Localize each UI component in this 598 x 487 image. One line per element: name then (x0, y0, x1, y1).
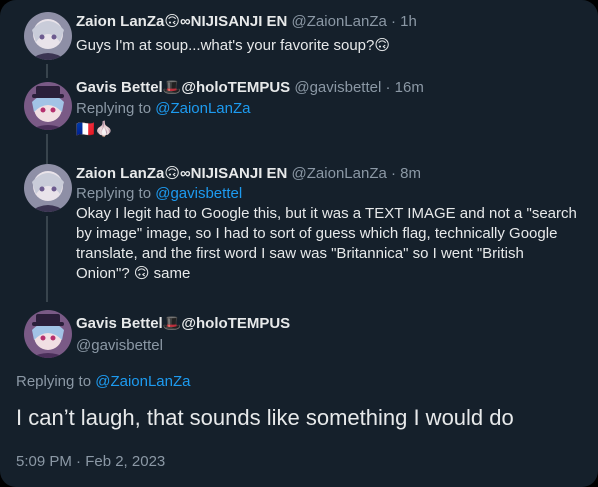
tweet-text: Okay I legit had to Google this, but it … (76, 204, 582, 284)
name-badges: 🙃∞NIJISANJI EN (164, 165, 288, 182)
flag-france-garlic-emoji-icon: 🇫🇷🧄 (76, 121, 114, 138)
replying-to-handle-link[interactable]: @ZaionLanZa (95, 373, 190, 390)
avatar-gavis[interactable] (24, 82, 72, 130)
tweet-text-content: Guys I'm at soup...what's your favorite … (76, 37, 375, 54)
avatar-zaion-image (24, 12, 72, 60)
main-replying-to: Replying to @ZaionLanZa (16, 372, 191, 392)
replying-to-label: Replying to (16, 373, 92, 390)
tweet-header: Zaion LanZa🙃∞NIJISANJI EN @ZaionLanZa · … (76, 164, 582, 184)
avatar-zaion-image (24, 164, 72, 212)
tweet-text: Guys I'm at soup...what's your favorite … (76, 36, 582, 56)
main-tweet-timestamp[interactable]: 5:09 PM · Feb 2, 2023 (16, 452, 165, 472)
replying-to-handle-link[interactable]: @gavisbettel (155, 185, 242, 202)
name-badges: 🎩@holoTEMPUS (162, 79, 291, 96)
replying-to-label: Replying to (76, 185, 152, 202)
avatar-zaion[interactable] (24, 12, 72, 60)
user-handle[interactable]: @ZaionLanZa (292, 13, 387, 30)
tweet-text-line: Onion"? 🙃 same (76, 265, 191, 282)
display-name[interactable]: Zaion LanZa (76, 13, 164, 30)
tweet-text: 🇫🇷🧄 (76, 120, 582, 140)
tweet-header: Zaion LanZa🙃∞NIJISANJI EN @ZaionLanZa · … (76, 12, 582, 32)
replying-to: Replying to @gavisbettel (76, 184, 582, 204)
tweet-3-body: Zaion LanZa🙃∞NIJISANJI EN @ZaionLanZa · … (76, 164, 582, 284)
tweet-time[interactable]: 8m (400, 165, 421, 182)
replying-to-handle-link[interactable]: @ZaionLanZa (155, 100, 250, 117)
user-handle[interactable]: @gavisbettel (294, 79, 381, 96)
tweet-text-line: Okay I legit had to Google this, but it … (76, 205, 577, 222)
main-tweet-text: I can’t laugh, that sounds like somethin… (16, 405, 514, 430)
avatar-gavis-image (24, 82, 72, 130)
name-badges: 🙃∞NIJISANJI EN (164, 13, 288, 30)
tweet-header: Gavis Bettel🎩@holoTEMPUS @gavisbettel · … (76, 78, 582, 98)
name-badges: 🎩@holoTEMPUS (162, 315, 291, 332)
avatar-gavis-image (24, 310, 72, 358)
upside-down-face-emoji-icon: 🙃 (374, 37, 391, 54)
display-name[interactable]: Gavis Bettel (76, 315, 163, 332)
tweet-time[interactable]: 1h (400, 13, 417, 30)
tweet-thread-card: Zaion LanZa🙃∞NIJISANJI EN @ZaionLanZa · … (0, 0, 598, 487)
tweet-text-line: by image" image, so I had to sort of gue… (76, 225, 558, 242)
user-handle[interactable]: @ZaionLanZa (292, 165, 387, 182)
thread-line (46, 134, 48, 164)
thread-line (46, 216, 48, 302)
tweet-text-line: translate, and the first word I saw was … (76, 245, 524, 262)
replying-to: Replying to @ZaionLanZa (76, 99, 582, 119)
avatar-zaion[interactable] (24, 164, 72, 212)
avatar-gavis[interactable] (24, 310, 72, 358)
separator: · (391, 13, 396, 30)
tweet-time[interactable]: 16m (395, 79, 424, 96)
tweet-1-body: Zaion LanZa🙃∞NIJISANJI EN @ZaionLanZa · … (76, 12, 582, 56)
replying-to-label: Replying to (76, 100, 152, 117)
tweet-header: Gavis Bettel🎩@holoTEMPUS (76, 314, 582, 334)
display-name[interactable]: Gavis Bettel (76, 79, 163, 96)
tweet-2-body: Gavis Bettel🎩@holoTEMPUS @gavisbettel · … (76, 78, 582, 140)
main-tweet-author: Gavis Bettel🎩@holoTEMPUS @gavisbettel (76, 314, 582, 356)
thread-line (46, 64, 48, 78)
user-handle[interactable]: @gavisbettel (76, 336, 582, 356)
display-name[interactable]: Zaion LanZa (76, 165, 164, 182)
separator: · (391, 165, 396, 182)
separator: · (385, 79, 391, 96)
